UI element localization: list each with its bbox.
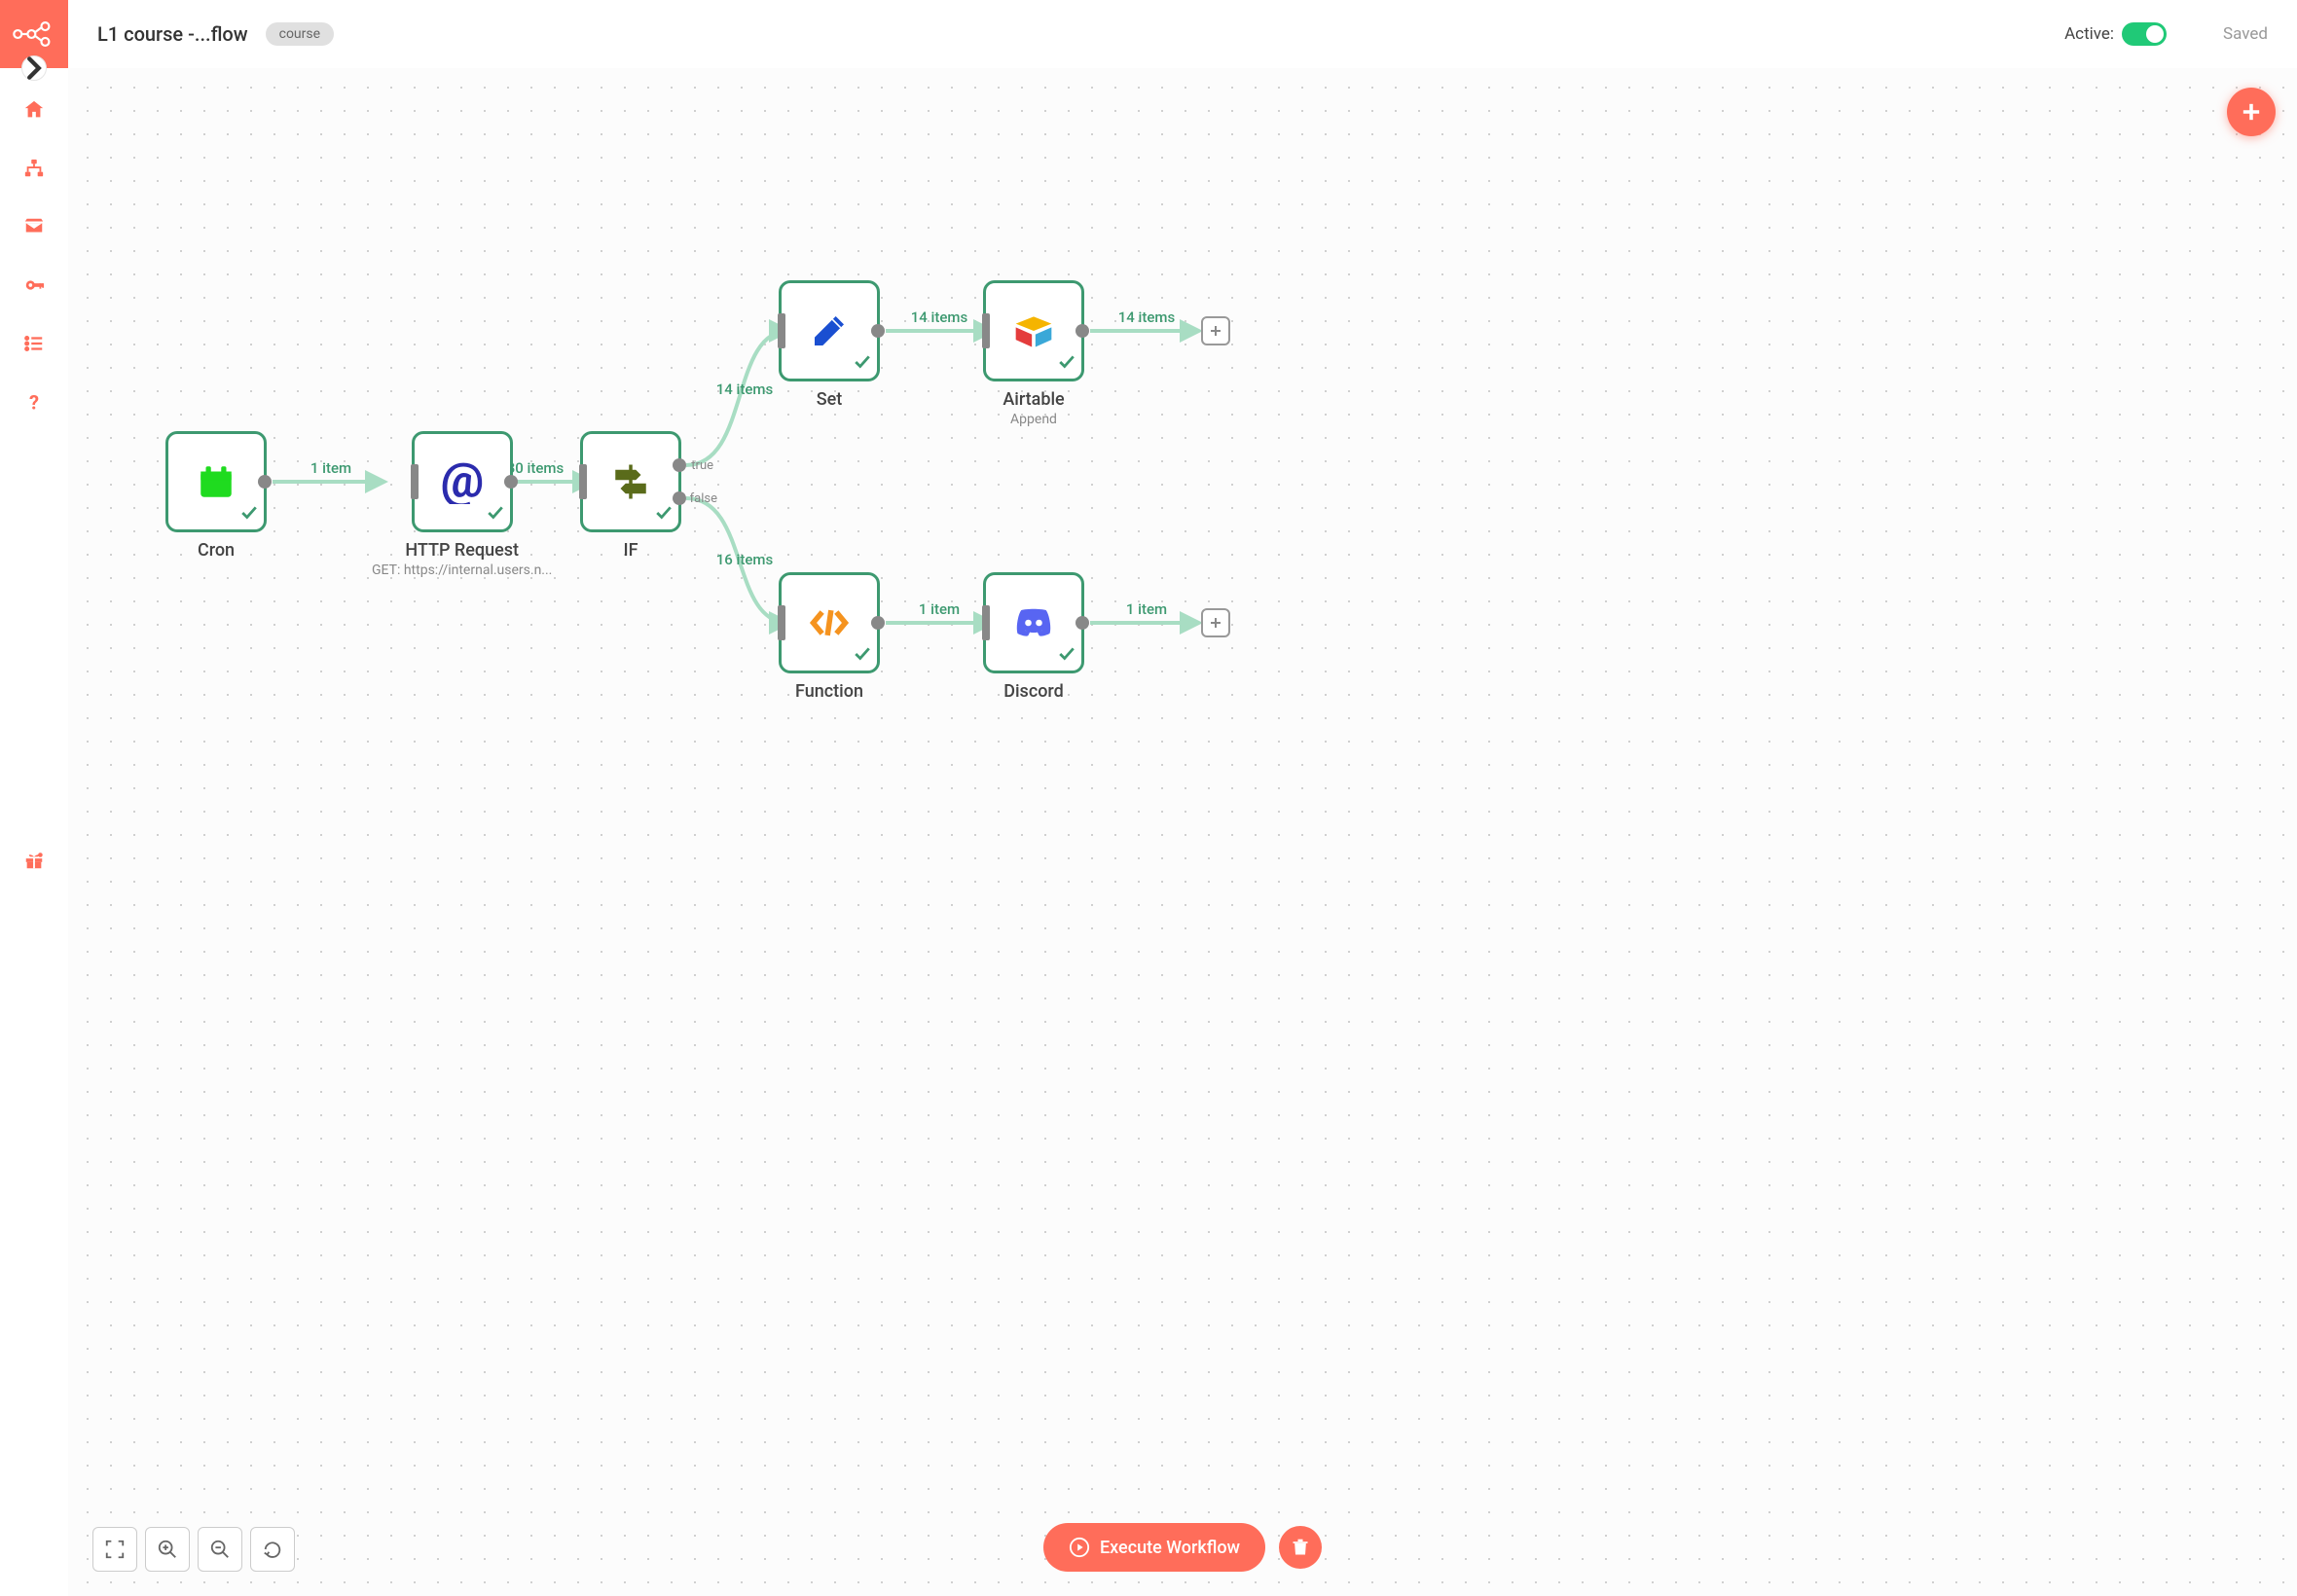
fit-view-button[interactable]	[92, 1527, 137, 1572]
check-icon	[854, 353, 871, 375]
node-airtable[interactable]: Airtable Append	[983, 280, 1084, 427]
node-label: Airtable	[1003, 389, 1064, 410]
node-label: IF	[623, 540, 638, 561]
check-icon	[240, 504, 258, 526]
add-node-button[interactable]	[1201, 316, 1230, 345]
check-icon	[487, 504, 504, 526]
node-function[interactable]: Function	[779, 572, 880, 702]
node-label: Set	[817, 389, 843, 410]
home-icon[interactable]	[23, 99, 45, 121]
zoom-out-button[interactable]	[198, 1527, 242, 1572]
node-label: Discord	[1003, 681, 1064, 702]
calendar-icon	[193, 458, 239, 505]
node-discord[interactable]: Discord	[983, 572, 1084, 702]
help-icon[interactable]: ?	[23, 391, 45, 413]
svg-text:?: ?	[29, 391, 39, 413]
delete-button[interactable]	[1279, 1526, 1322, 1569]
active-label: Active:	[2064, 24, 2114, 44]
workflow-tag[interactable]: course	[266, 22, 334, 46]
execute-workflow-button[interactable]: Execute Workflow	[1043, 1523, 1265, 1572]
reset-zoom-button[interactable]	[250, 1527, 295, 1572]
add-node-button[interactable]	[1201, 608, 1230, 637]
check-icon	[1058, 645, 1076, 667]
canvas[interactable]: 1 item 30 items 14 items 16 items 14 ite…	[68, 68, 2297, 1596]
node-label: Function	[795, 681, 863, 702]
svg-text:@: @	[440, 459, 484, 504]
signpost-icon	[607, 458, 654, 505]
code-icon	[806, 599, 853, 646]
true-label: true	[691, 458, 713, 473]
zoom-in-button[interactable]	[145, 1527, 190, 1572]
node-sublabel: GET: https://internal.users.n...	[372, 562, 552, 578]
check-icon	[655, 504, 673, 526]
node-label: HTTP Request	[405, 540, 519, 561]
sidebar: ?	[0, 0, 68, 1596]
node-http[interactable]: @ HTTP Request GET: https://internal.use…	[372, 431, 552, 578]
false-label: false	[690, 491, 717, 506]
discord-icon	[1010, 599, 1057, 646]
header: L1 course -...flow course Active: Saved	[68, 0, 2297, 68]
pencil-icon	[806, 308, 853, 354]
node-if[interactable]: true false IF	[580, 431, 681, 561]
expand-sidebar-button[interactable]	[21, 55, 47, 81]
workflows-icon[interactable]	[23, 158, 45, 179]
executions-icon[interactable]	[23, 333, 45, 354]
node-cron[interactable]: Cron	[165, 431, 267, 561]
node-sublabel: Append	[1010, 412, 1057, 427]
templates-icon[interactable]	[23, 216, 45, 237]
gift-icon[interactable]	[23, 850, 45, 871]
workflow-title[interactable]: L1 course -...flow	[97, 22, 248, 46]
active-toggle[interactable]	[2122, 22, 2167, 46]
check-icon	[854, 645, 871, 667]
execute-label: Execute Workflow	[1100, 1538, 1240, 1558]
add-node-main-button[interactable]	[2227, 88, 2276, 136]
logo[interactable]	[0, 0, 68, 68]
check-icon	[1058, 353, 1076, 375]
at-icon: @	[439, 458, 486, 505]
node-label: Cron	[198, 540, 235, 561]
airtable-icon	[1010, 308, 1057, 354]
credentials-icon[interactable]	[23, 274, 45, 296]
node-set[interactable]: Set	[779, 280, 880, 410]
saved-status: Saved	[2223, 24, 2268, 44]
